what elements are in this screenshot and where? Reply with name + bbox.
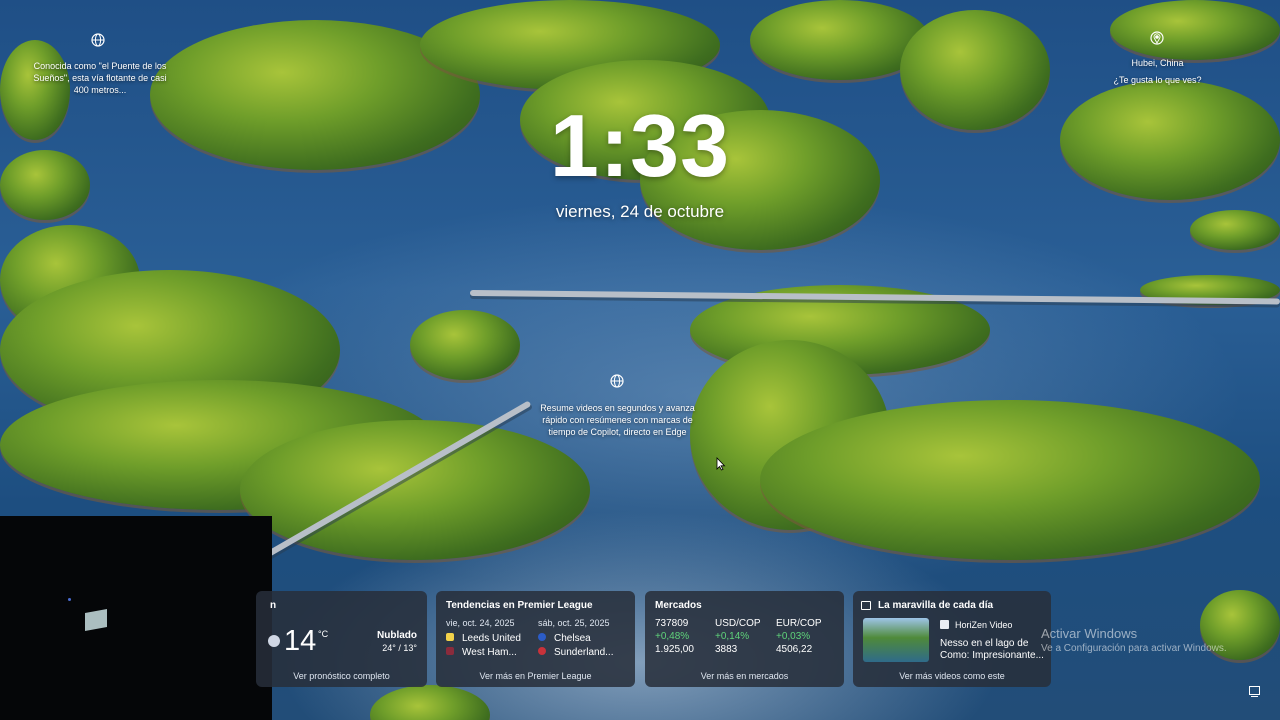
weather-forecast-link[interactable]: Ver pronóstico completo bbox=[256, 671, 427, 681]
match-date: sáb, oct. 25, 2025 bbox=[538, 618, 610, 628]
markets-title: Mercados bbox=[655, 600, 702, 611]
spotlight-location[interactable]: Hubei, China bbox=[1100, 58, 1215, 68]
island bbox=[760, 400, 1260, 560]
spotlight-description[interactable]: Conocida como "el Puente de los Sueños",… bbox=[25, 60, 175, 96]
market-value: 3883 bbox=[715, 644, 738, 655]
premier-title: Tendencias en Premier League bbox=[446, 600, 593, 611]
video-card[interactable]: La maravilla de cada día HoriZen Video N… bbox=[853, 591, 1051, 687]
home-team[interactable]: Leeds United bbox=[462, 633, 521, 644]
video-source: HoriZen Video bbox=[955, 620, 1013, 630]
island bbox=[1110, 0, 1280, 60]
globe-icon[interactable] bbox=[91, 33, 105, 47]
island bbox=[370, 685, 490, 720]
weather-range: 24° / 13° bbox=[382, 643, 417, 653]
window-shape bbox=[85, 609, 107, 631]
activate-windows-subtitle: Ve a Configuración para activar Windows. bbox=[1041, 643, 1227, 654]
market-value: 1.925,00 bbox=[655, 644, 694, 655]
like-question-link[interactable]: ¿Te gusta lo que ves? bbox=[1100, 75, 1215, 85]
market-item[interactable]: 737809 +0,48% 1.925,00 bbox=[655, 618, 694, 655]
location-pin-icon[interactable] bbox=[1150, 31, 1164, 45]
video-card-title: La maravilla de cada día bbox=[878, 600, 994, 611]
cloud-icon bbox=[268, 635, 280, 647]
team-crest-icon bbox=[538, 633, 546, 641]
market-item[interactable]: USD/COP +0,14% 3883 bbox=[715, 618, 761, 655]
lock-screen-time: 1:33 bbox=[549, 96, 731, 195]
market-label: 737809 bbox=[655, 618, 689, 629]
spotlight-tip[interactable]: Resume videos en segundos y avanza rápid… bbox=[535, 402, 700, 438]
video-thumbnail[interactable] bbox=[863, 618, 929, 662]
island bbox=[410, 310, 520, 380]
premier-league-card[interactable]: Tendencias en Premier League vie, oct. 2… bbox=[436, 591, 635, 687]
weather-title: n bbox=[270, 600, 277, 611]
market-label: USD/COP bbox=[715, 618, 761, 629]
market-change: +0,14% bbox=[715, 631, 750, 642]
image-icon bbox=[861, 601, 871, 610]
video-more-link[interactable]: Ver más videos como este bbox=[853, 671, 1051, 681]
video-overlay-panel bbox=[0, 516, 272, 720]
premier-more-link[interactable]: Ver más en Premier League bbox=[436, 671, 635, 681]
mouse-cursor-icon bbox=[716, 457, 726, 471]
video-headline[interactable]: Nesso en el lago de Como: Impresionante.… bbox=[940, 638, 1045, 662]
markets-card[interactable]: Mercados 737809 +0,48% 1.925,00 USD/COP … bbox=[645, 591, 844, 687]
team-crest-icon bbox=[446, 647, 454, 655]
weather-temp: 14 bbox=[284, 625, 317, 657]
video-source-icon bbox=[940, 620, 949, 629]
markets-more-link[interactable]: Ver más en mercados bbox=[645, 671, 844, 681]
globe-icon[interactable] bbox=[610, 374, 624, 388]
weather-condition: Nublado bbox=[377, 630, 417, 641]
market-label: EUR/COP bbox=[776, 618, 822, 629]
away-team[interactable]: Sunderland... bbox=[554, 647, 614, 658]
weather-unit: °C bbox=[318, 629, 329, 639]
notification-icon[interactable] bbox=[1249, 686, 1260, 697]
weather-card[interactable]: n 14 °C Nublado 24° / 13° Ver pronóstico… bbox=[256, 591, 427, 687]
team-crest-icon bbox=[538, 647, 546, 655]
away-team[interactable]: West Ham... bbox=[462, 647, 517, 658]
activate-windows-watermark: Activar Windows Ve a Configuración para … bbox=[1041, 626, 1227, 654]
market-value: 4506,22 bbox=[776, 644, 813, 655]
activate-windows-title: Activar Windows bbox=[1041, 626, 1138, 641]
market-change: +0,48% bbox=[655, 631, 690, 642]
team-crest-icon bbox=[446, 633, 454, 641]
home-team[interactable]: Chelsea bbox=[554, 633, 591, 644]
light-dot bbox=[68, 598, 71, 601]
match-date: vie, oct. 24, 2025 bbox=[446, 618, 515, 628]
market-item[interactable]: EUR/COP +0,03% 4506,22 bbox=[776, 618, 822, 655]
lock-screen-date: viernes, 24 de octubre bbox=[555, 202, 725, 221]
market-change: +0,03% bbox=[776, 631, 811, 642]
